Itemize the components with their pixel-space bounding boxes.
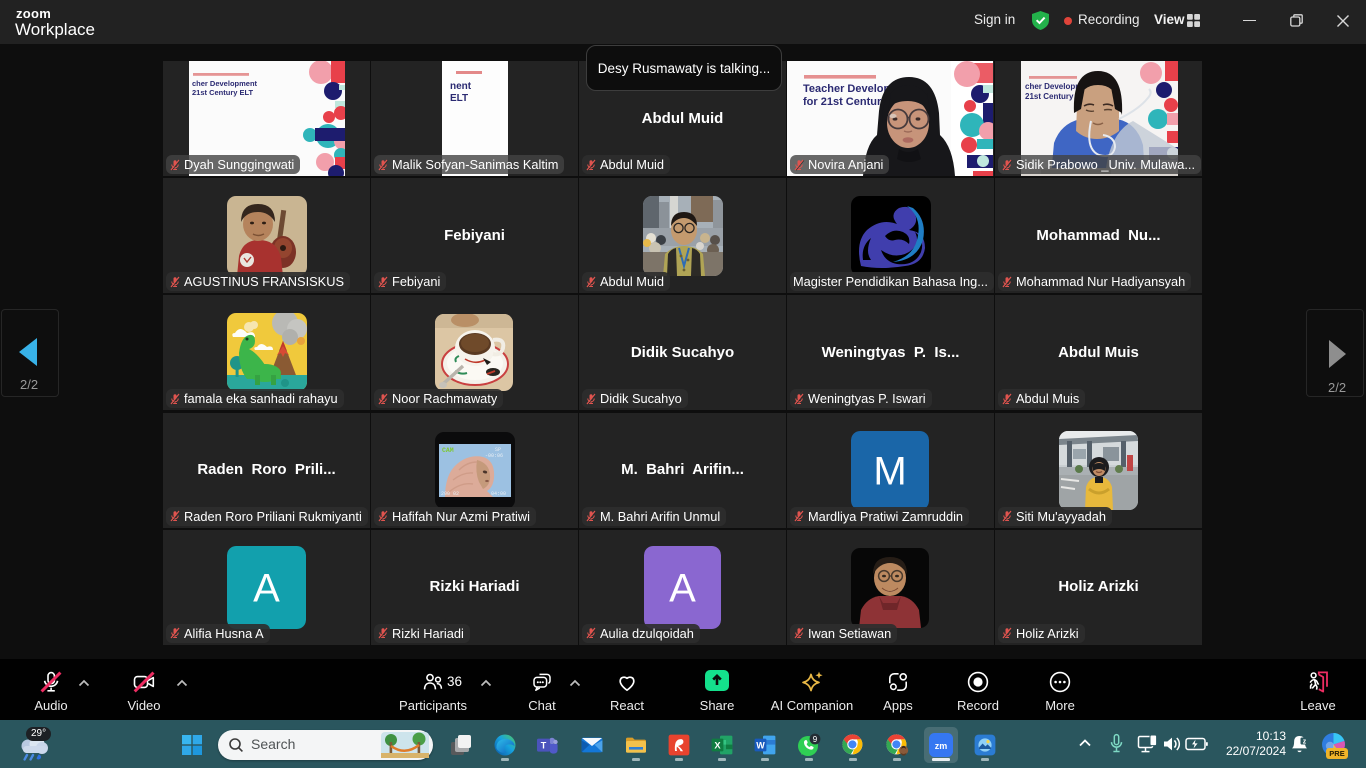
svg-text:04:00: 04:00	[491, 491, 506, 497]
svg-text:X: X	[714, 739, 721, 750]
svg-text:M: M	[873, 449, 906, 493]
svg-text:-00:06: -00:06	[485, 453, 503, 459]
svg-text:zm: zm	[935, 741, 948, 751]
svg-text:W: W	[756, 740, 765, 750]
svg-text:200 02: 200 02	[441, 491, 459, 497]
svg-text:21st Century ELT: 21st Century ELT	[192, 88, 254, 97]
svg-text:A: A	[669, 566, 696, 610]
svg-text:T: T	[541, 741, 547, 751]
svg-text:nent: nent	[450, 81, 472, 92]
svg-text:ELT: ELT	[450, 93, 468, 104]
svg-text:CAM: CAM	[442, 447, 454, 454]
svg-text:z: z	[1303, 738, 1307, 745]
svg-text:A: A	[253, 566, 280, 610]
svg-text:cher Development: cher Development	[192, 79, 258, 88]
svg-text:9: 9	[813, 735, 818, 744]
